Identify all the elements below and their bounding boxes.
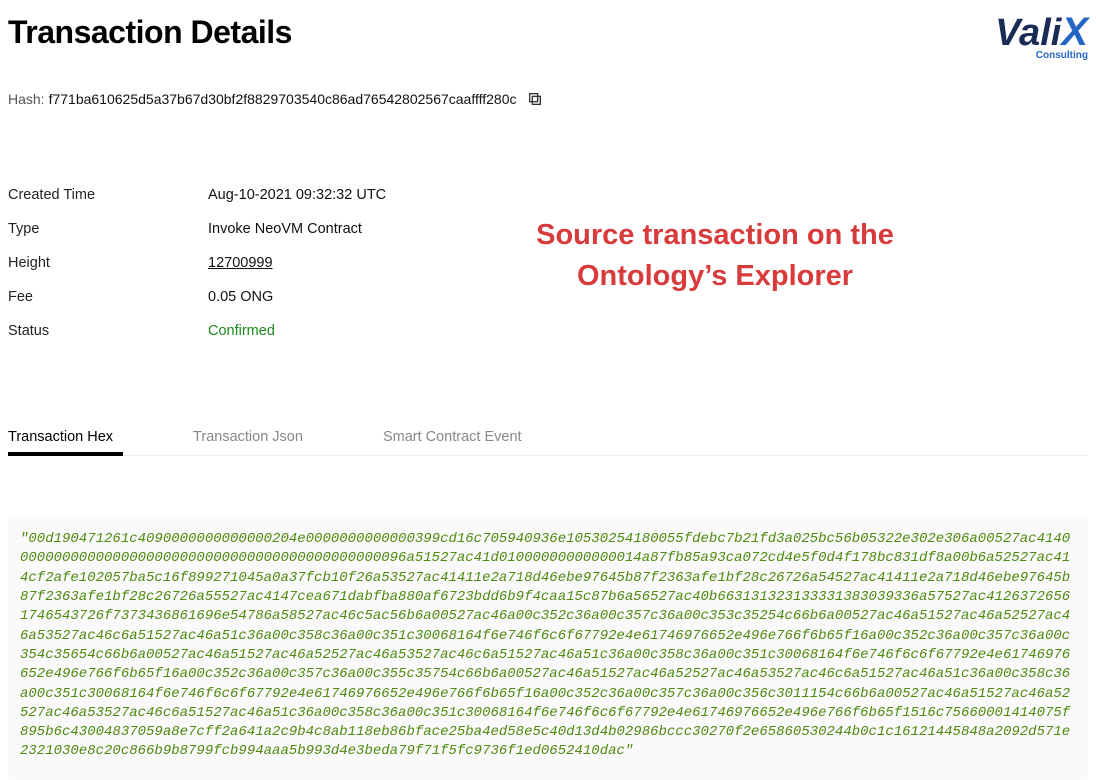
hash-label: Hash: xyxy=(8,91,45,107)
logo-text-prefix: Vali xyxy=(995,12,1061,55)
height-value-link[interactable]: 12700999 xyxy=(208,255,528,271)
fee-label: Fee xyxy=(8,289,208,305)
logo-text-accent: X xyxy=(1061,10,1088,55)
tabs-bar: Transaction Hex Transaction Json Smart C… xyxy=(8,419,1088,456)
tab-transaction-json[interactable]: Transaction Json xyxy=(193,419,303,455)
height-label: Height xyxy=(8,255,208,271)
annotation-caption: Source transaction on the Ontology’s Exp… xyxy=(515,215,915,296)
status-label: Status xyxy=(8,323,208,339)
type-label: Type xyxy=(8,221,208,237)
transaction-hex-content: "00d190471261c4090000000000000204e000000… xyxy=(8,516,1088,780)
page-title: Transaction Details xyxy=(8,14,292,51)
logo-subtext: Consulting xyxy=(1036,50,1088,61)
created-time-label: Created Time xyxy=(8,187,208,203)
copy-icon[interactable] xyxy=(527,91,543,107)
brand-logo: ValiX Consulting xyxy=(995,10,1088,55)
fee-value: 0.05 ONG xyxy=(208,289,528,305)
details-table: Created Time Aug-10-2021 09:32:32 UTC Ty… xyxy=(8,187,528,339)
hash-value: f771ba610625d5a37b67d30bf2f8829703540c86… xyxy=(49,91,517,107)
status-value: Confirmed xyxy=(208,323,528,339)
created-time-value: Aug-10-2021 09:32:32 UTC xyxy=(208,187,528,203)
tab-smart-contract-event[interactable]: Smart Contract Event xyxy=(383,419,522,455)
type-value: Invoke NeoVM Contract xyxy=(208,221,528,237)
tab-transaction-hex[interactable]: Transaction Hex xyxy=(8,419,113,455)
hash-row: Hash: f771ba610625d5a37b67d30bf2f8829703… xyxy=(8,91,1088,107)
